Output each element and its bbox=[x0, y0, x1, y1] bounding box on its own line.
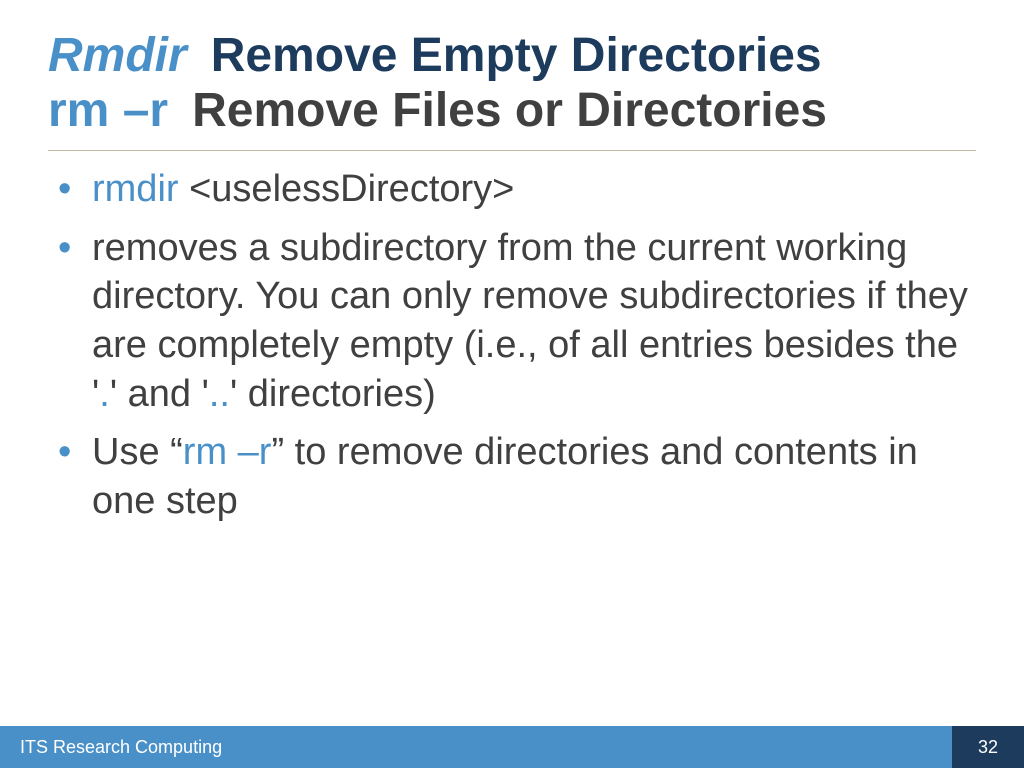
b2-text-2: ' and ' bbox=[110, 373, 209, 415]
bullet-list: rmdir <uselessDirectory> removes a subdi… bbox=[48, 165, 976, 525]
footer-page-number: 32 bbox=[952, 726, 1024, 768]
title-command-rmdir: Rmdir bbox=[48, 28, 187, 83]
slide-title-block: Rmdir Remove Empty Directories rm –r Rem… bbox=[0, 0, 1024, 146]
bullet-2: removes a subdirectory from the current … bbox=[48, 224, 976, 419]
footer-org: ITS Research Computing bbox=[0, 726, 952, 768]
cmd-rm-r: rm –r bbox=[183, 431, 272, 473]
title-row-1: Rmdir Remove Empty Directories bbox=[48, 28, 976, 83]
b2-dotdot: .. bbox=[209, 373, 230, 415]
bullet-3: Use “rm –r” to remove directories and co… bbox=[48, 428, 976, 525]
title-desc-2: Remove Files or Directories bbox=[192, 83, 827, 138]
slide-body: rmdir <uselessDirectory> removes a subdi… bbox=[0, 151, 1024, 525]
b3-text-1: Use “ bbox=[92, 431, 183, 473]
b2-text-3: ' directories) bbox=[230, 373, 436, 415]
slide-footer: ITS Research Computing 32 bbox=[0, 726, 1024, 768]
b2-dot: . bbox=[99, 373, 110, 415]
slide: Rmdir Remove Empty Directories rm –r Rem… bbox=[0, 0, 1024, 768]
title-row-2: rm –r Remove Files or Directories bbox=[48, 83, 976, 138]
title-command-rm-r: rm –r bbox=[48, 83, 168, 138]
cmd-rmdir-arg: <uselessDirectory> bbox=[179, 168, 515, 210]
bullet-1: rmdir <uselessDirectory> bbox=[48, 165, 976, 214]
title-desc-1: Remove Empty Directories bbox=[211, 28, 822, 83]
cmd-rmdir: rmdir bbox=[92, 168, 179, 210]
